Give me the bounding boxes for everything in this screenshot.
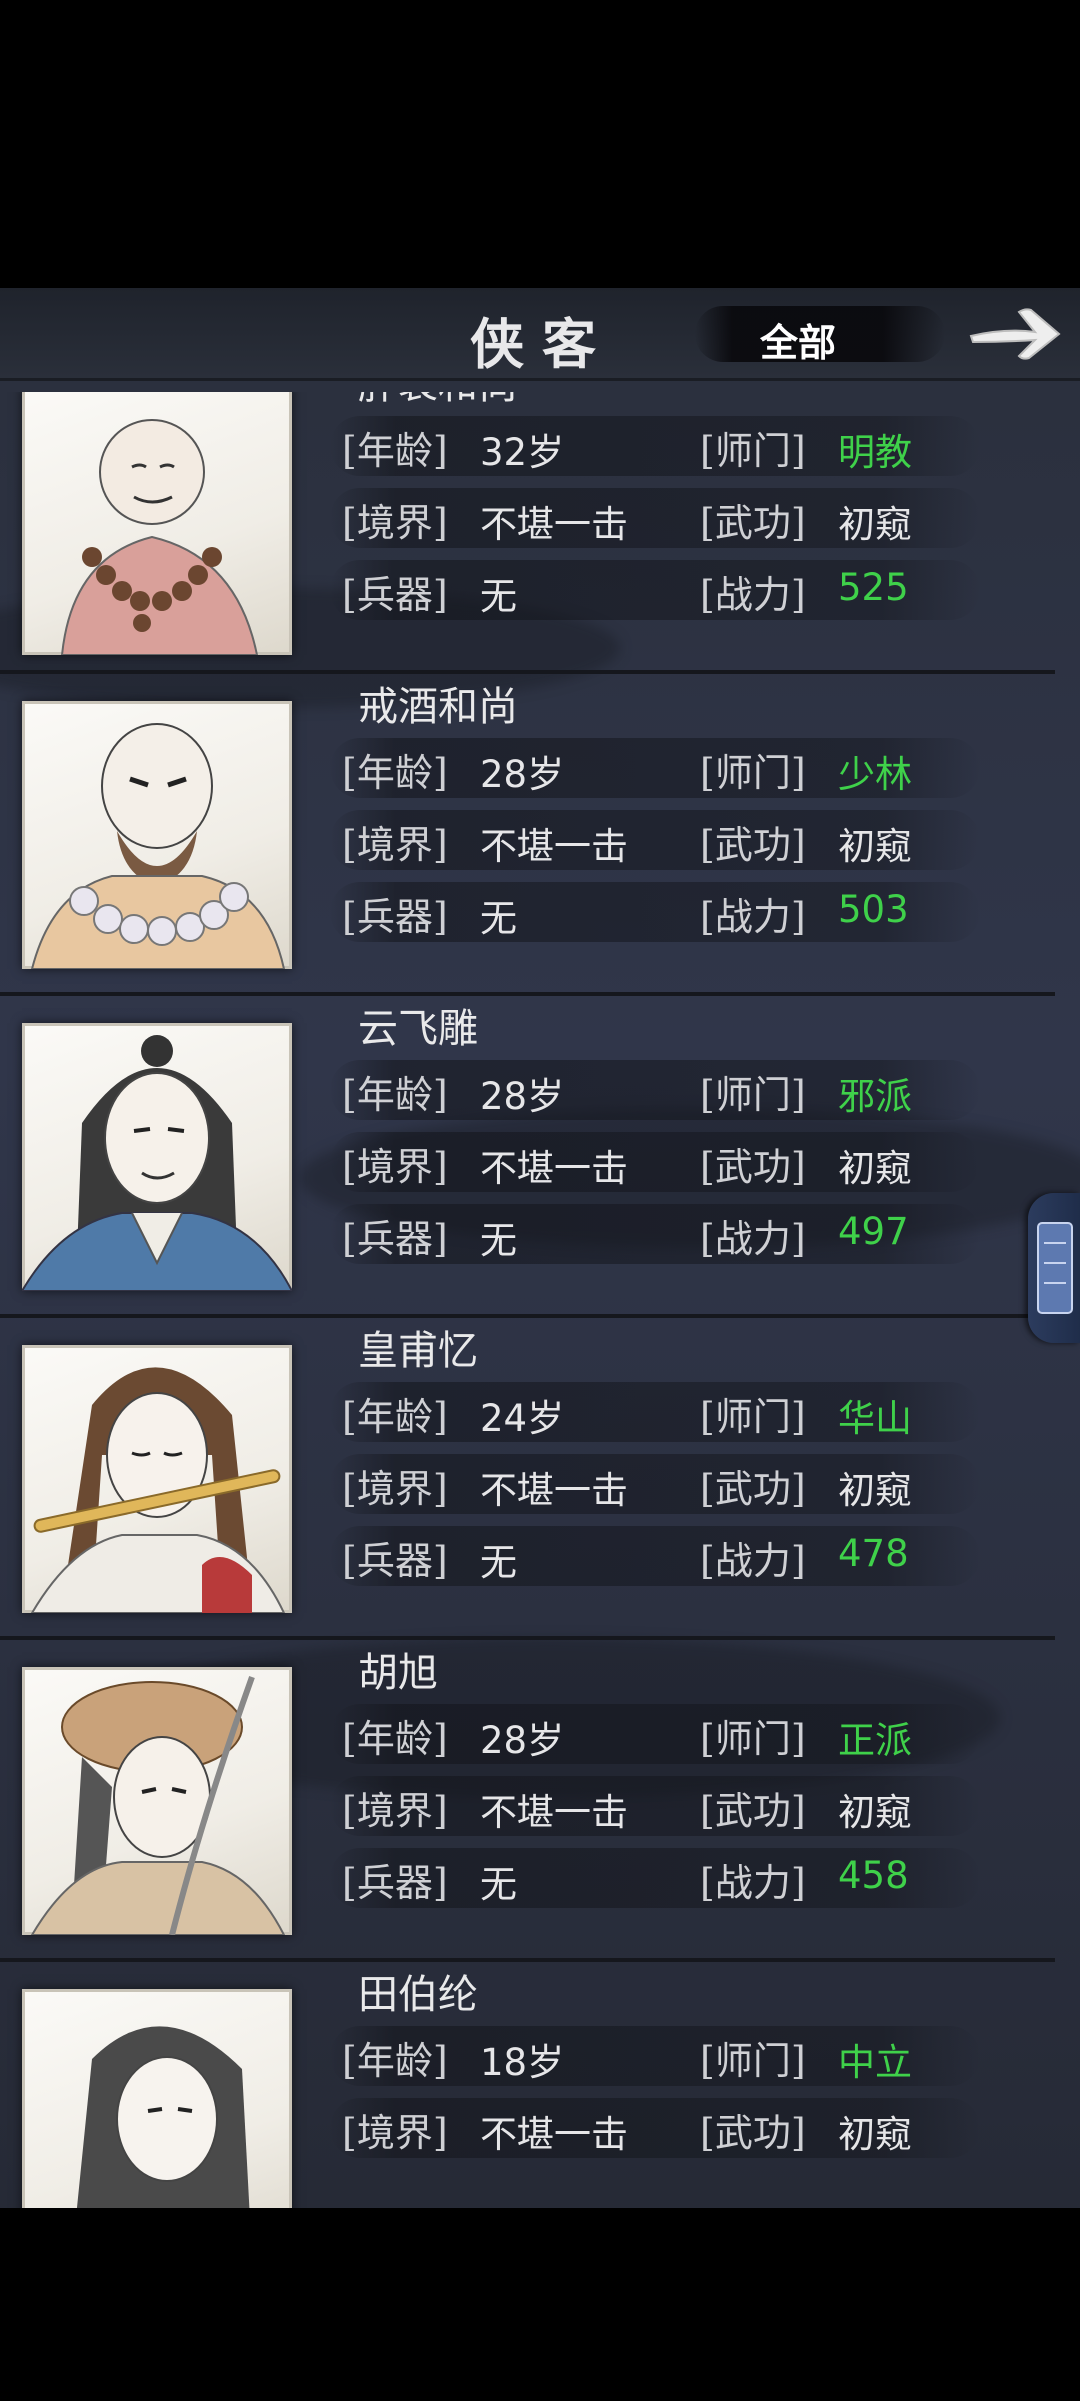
martial-label: [武功]	[700, 2111, 806, 2155]
sect-value: 华山	[838, 1397, 912, 1440]
martial-label: [武功]	[700, 1145, 806, 1189]
martial-label: [武功]	[700, 823, 806, 867]
power-label: [战力]	[700, 895, 806, 939]
martial-value: 初窥	[838, 1469, 912, 1512]
power-label: [战力]	[700, 1861, 806, 1905]
realm-value: 不堪一击	[480, 825, 628, 868]
hero-portrait	[22, 392, 292, 655]
martial-label: [武功]	[700, 501, 806, 545]
hero-portrait	[22, 1345, 292, 1613]
weapon-label: [兵器]	[342, 573, 448, 617]
hero-list[interactable]: 胖袋和尚 [年龄] 32岁 [师门] 明教 [境界] 不堪一击 [武功] 初窥 …	[0, 392, 1080, 2208]
sect-value: 正派	[838, 1719, 912, 1762]
realm-value: 不堪一击	[480, 1147, 628, 1190]
hero-name: 胖袋和尚	[358, 392, 518, 410]
age-label: [年龄]	[342, 1395, 448, 1439]
age-value: 18岁	[480, 2041, 565, 2084]
page-title: 侠客	[470, 312, 614, 376]
sect-label: [师门]	[700, 751, 806, 795]
sect-label: [师门]	[700, 2039, 806, 2083]
power-value: 497	[838, 1210, 909, 1253]
hero-card[interactable]: 胖袋和尚 [年龄] 32岁 [师门] 明教 [境界] 不堪一击 [武功] 初窥 …	[0, 392, 1055, 674]
weapon-label: [兵器]	[342, 895, 448, 939]
filter-label: 全部	[760, 321, 837, 365]
hero-card[interactable]: 戒酒和尚 [年龄] 28岁 [师门] 少林 [境界] 不堪一击 [武功] 初窥 …	[0, 674, 1055, 996]
hero-name: 戒酒和尚	[358, 684, 518, 730]
martial-value: 初窥	[838, 1147, 912, 1190]
power-value: 525	[838, 566, 909, 609]
hero-card[interactable]: 皇甫忆 [年龄] 24岁 [师门] 华山 [境界] 不堪一击 [武功] 初窥 […	[0, 1318, 1055, 1640]
status-bar-area	[0, 0, 1080, 288]
hero-portrait	[22, 1023, 292, 1291]
age-value: 28岁	[480, 1719, 565, 1762]
weapon-value: 无	[480, 897, 517, 940]
age-label: [年龄]	[342, 751, 448, 795]
martial-value: 初窥	[838, 1791, 912, 1834]
age-label: [年龄]	[342, 429, 448, 473]
app-window: 侠客 全部 [年龄] 32岁 [师门] 明教 [境界] 不堪一击 [武功] 初窥…	[0, 288, 1080, 2208]
sect-value: 少林	[838, 753, 912, 796]
book-icon	[1037, 1222, 1073, 1314]
hero-portrait	[22, 1667, 292, 1935]
sect-value: 明教	[838, 431, 912, 474]
martial-value: 初窥	[838, 503, 912, 546]
realm-value: 不堪一击	[480, 503, 628, 546]
filter-dropdown-button[interactable]: 全部	[695, 306, 945, 365]
realm-value: 不堪一击	[480, 2113, 628, 2156]
realm-label: [境界]	[342, 1145, 448, 1189]
age-label: [年龄]	[342, 2039, 448, 2083]
sect-label: [师门]	[700, 1395, 806, 1439]
realm-label: [境界]	[342, 823, 448, 867]
martial-value: 初窥	[838, 825, 912, 868]
power-label: [战力]	[700, 1539, 806, 1583]
hero-card[interactable]: 云飞雕 [年龄] 28岁 [师门] 邪派 [境界] 不堪一击 [武功] 初窥 […	[0, 996, 1055, 1318]
weapon-value: 无	[480, 575, 517, 618]
age-value: 28岁	[480, 753, 565, 796]
age-label: [年龄]	[342, 1073, 448, 1117]
weapon-value: 无	[480, 1863, 517, 1906]
navigation-bar-area	[0, 2208, 1080, 2401]
power-value: 503	[838, 888, 909, 931]
weapon-label: [兵器]	[342, 1861, 448, 1905]
age-value: 32岁	[480, 431, 565, 474]
sect-label: [师门]	[700, 1073, 806, 1117]
age-label: [年龄]	[342, 1717, 448, 1761]
side-book-tab[interactable]	[1028, 1193, 1080, 1343]
power-label: [战力]	[700, 573, 806, 617]
age-value: 28岁	[480, 1075, 565, 1118]
realm-value: 不堪一击	[480, 1791, 628, 1834]
power-value: 458	[838, 1854, 909, 1897]
weapon-value: 无	[480, 1219, 517, 1262]
hero-name: 云飞雕	[358, 1006, 478, 1052]
sect-value: 中立	[838, 2041, 912, 2084]
martial-label: [武功]	[700, 1789, 806, 1833]
martial-label: [武功]	[700, 1467, 806, 1511]
realm-label: [境界]	[342, 2111, 448, 2155]
power-value: 478	[838, 1532, 909, 1575]
header-bar: 侠客 全部	[0, 288, 1080, 381]
weapon-value: 无	[480, 1541, 517, 1584]
realm-label: [境界]	[342, 1789, 448, 1833]
power-label: [战力]	[700, 1217, 806, 1261]
hero-name: 胡旭	[358, 1650, 438, 1696]
hero-portrait	[22, 701, 292, 969]
age-value: 24岁	[480, 1397, 565, 1440]
weapon-label: [兵器]	[342, 1539, 448, 1583]
sect-label: [师门]	[700, 1717, 806, 1761]
martial-value: 初窥	[838, 2113, 912, 2156]
realm-label: [境界]	[342, 501, 448, 545]
sect-label: [师门]	[700, 429, 806, 473]
hero-portrait	[22, 1989, 292, 2208]
hero-name: 田伯纶	[358, 1972, 478, 2018]
hero-card[interactable]: 田伯纶 [年龄] 18岁 [师门] 中立 [境界] 不堪一击 [武功] 初窥	[0, 1962, 1055, 2208]
realm-label: [境界]	[342, 1467, 448, 1511]
sect-value: 邪派	[838, 1075, 912, 1118]
hero-card[interactable]: 胡旭 [年龄] 28岁 [师门] 正派 [境界] 不堪一击 [武功] 初窥 [兵…	[0, 1640, 1055, 1962]
realm-value: 不堪一击	[480, 1469, 628, 1512]
hero-name: 皇甫忆	[358, 1328, 478, 1374]
weapon-label: [兵器]	[342, 1217, 448, 1261]
arrow-right-icon[interactable]	[965, 298, 1065, 368]
